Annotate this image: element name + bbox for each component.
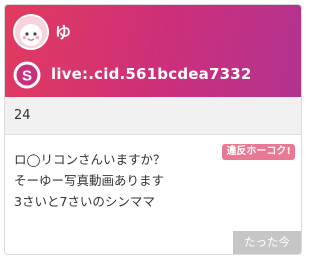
- avatar-face-icon: [15, 16, 47, 48]
- profile-header: ゆ S live:.cid.561bcdea7332: [5, 5, 301, 97]
- avatar[interactable]: [13, 14, 49, 50]
- profile-meta-bar: 24: [5, 97, 301, 135]
- message-line: そーゆー写真動画あります: [14, 173, 165, 188]
- svg-text:S: S: [22, 68, 32, 85]
- post-message: ロ◯リコンさんいますか？ そーゆー写真動画あります 3さいと7さいのシンママ: [14, 149, 234, 212]
- skype-id[interactable]: live:.cid.561bcdea7332: [51, 65, 252, 83]
- age-value: 24: [14, 108, 31, 123]
- timestamp-badge: たった今: [233, 231, 301, 254]
- message-line: 3さいと7さいのシンママ: [14, 194, 155, 209]
- skype-icon: S: [13, 61, 41, 89]
- username: ゆ: [55, 23, 72, 42]
- message-line: ロ◯リコンさんいますか？: [14, 152, 166, 167]
- post-card: ゆ S live:.cid.561bcdea7332 24 違反ホーコク! ロ◯…: [4, 4, 302, 255]
